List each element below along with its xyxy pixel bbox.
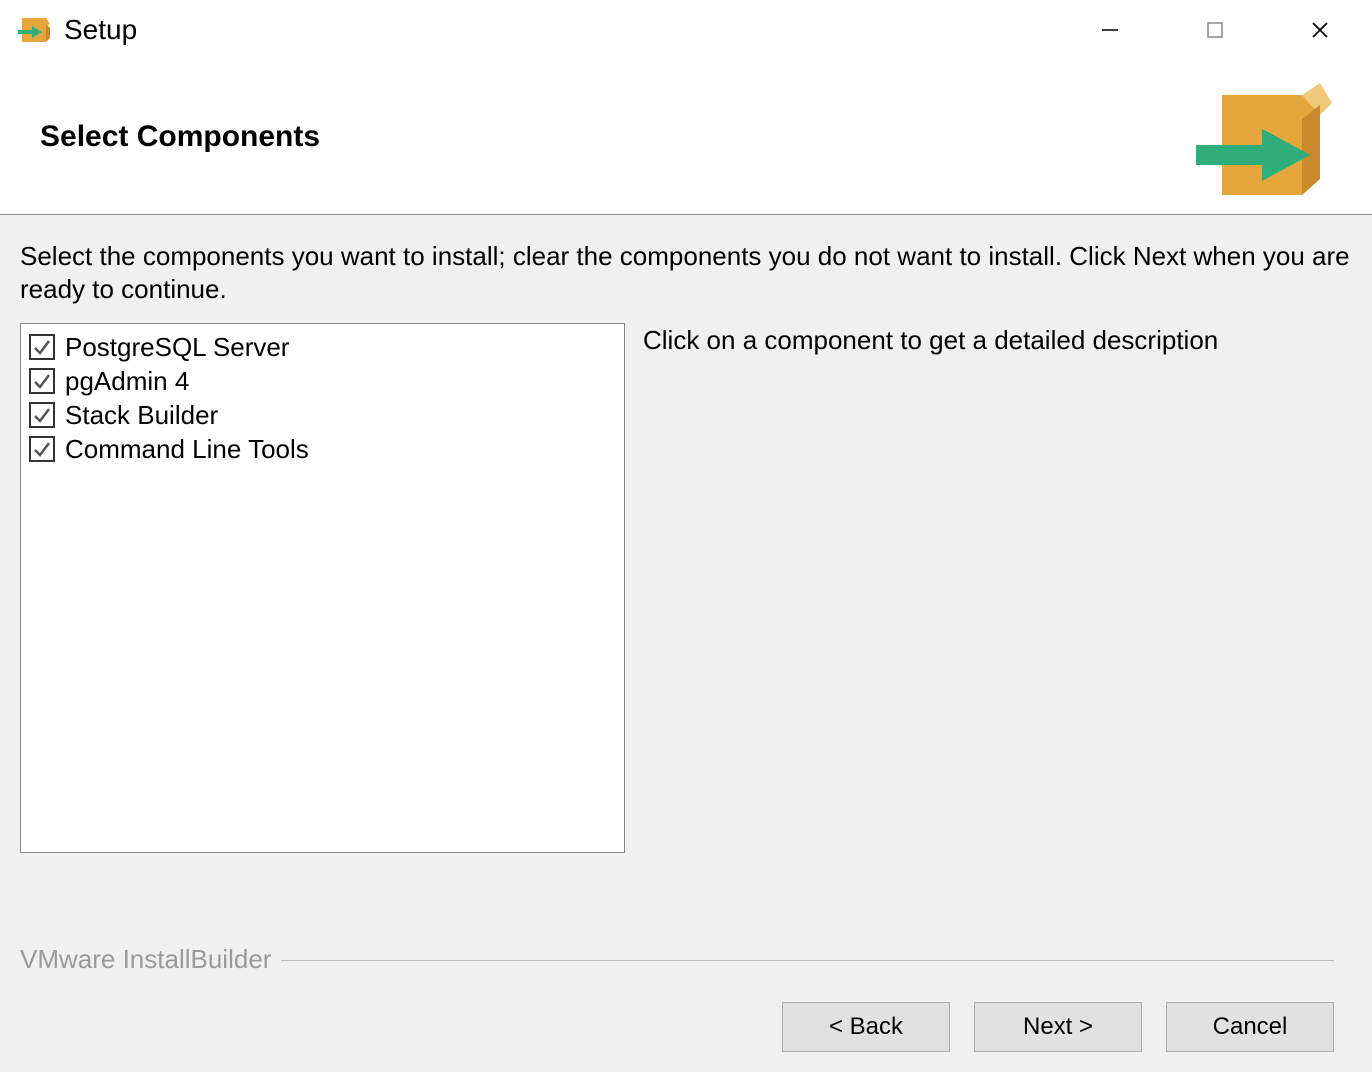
component-label: PostgreSQL Server — [65, 332, 289, 363]
page-title: Select Components — [40, 120, 320, 154]
window-title: Setup — [64, 14, 1057, 46]
list-item[interactable]: Stack Builder — [29, 398, 616, 432]
cancel-button[interactable]: Cancel — [1166, 1002, 1334, 1052]
main-row: PostgreSQL Server pgAdmin 4 Stack Builde… — [20, 323, 1352, 934]
next-button[interactable]: Next > — [974, 1002, 1142, 1052]
window-controls — [1057, 0, 1372, 60]
minimize-button[interactable] — [1057, 0, 1162, 60]
footer: VMware InstallBuilder < Back Next > Canc… — [20, 944, 1352, 1072]
instruction-text: Select the components you want to instal… — [20, 240, 1352, 305]
branding: VMware InstallBuilder — [20, 944, 1352, 1002]
titlebar: Setup — [0, 0, 1372, 60]
checkbox[interactable] — [29, 334, 55, 360]
close-button[interactable] — [1267, 0, 1372, 60]
checkbox[interactable] — [29, 436, 55, 462]
component-list[interactable]: PostgreSQL Server pgAdmin 4 Stack Builde… — [20, 323, 625, 853]
component-label: Stack Builder — [65, 400, 218, 431]
list-item[interactable]: Command Line Tools — [29, 432, 616, 466]
list-item[interactable]: PostgreSQL Server — [29, 330, 616, 364]
app-icon — [16, 12, 52, 48]
component-label: pgAdmin 4 — [65, 366, 189, 397]
back-button[interactable]: < Back — [782, 1002, 950, 1052]
branding-label: VMware InstallBuilder — [20, 944, 281, 975]
list-item[interactable]: pgAdmin 4 — [29, 364, 616, 398]
component-label: Command Line Tools — [65, 434, 309, 465]
content-area: Select the components you want to instal… — [0, 215, 1372, 1072]
maximize-button[interactable] — [1162, 0, 1267, 60]
button-row: < Back Next > Cancel — [20, 1002, 1352, 1072]
box-arrow-icon — [1192, 75, 1332, 200]
checkbox[interactable] — [29, 368, 55, 394]
checkbox[interactable] — [29, 402, 55, 428]
description-panel: Click on a component to get a detailed d… — [643, 323, 1352, 934]
header: Select Components — [0, 60, 1372, 215]
